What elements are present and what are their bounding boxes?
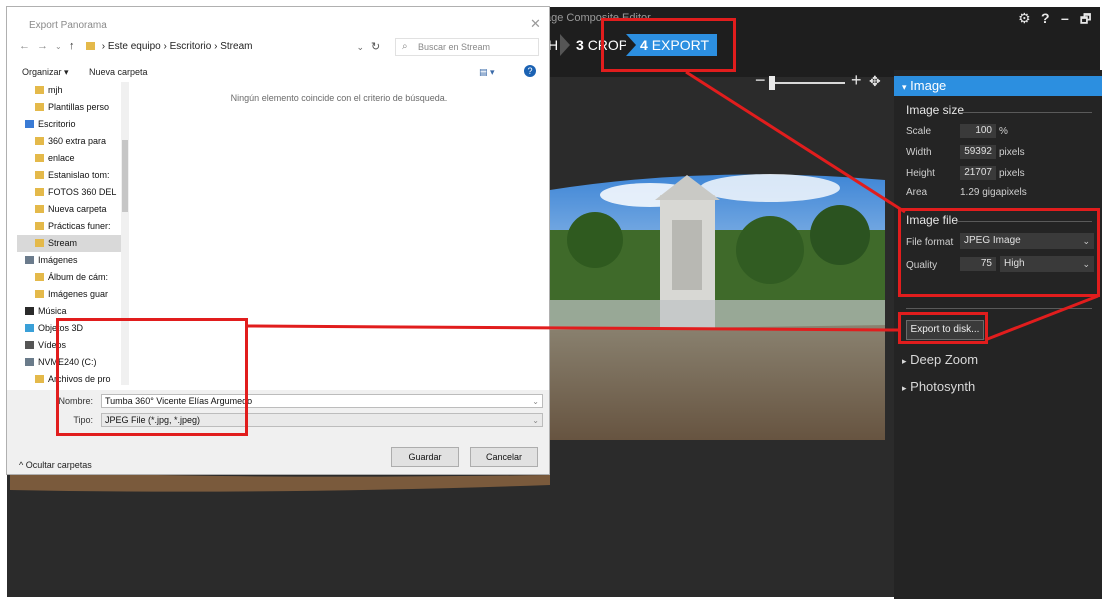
annotation-lines [246,70,1099,342]
